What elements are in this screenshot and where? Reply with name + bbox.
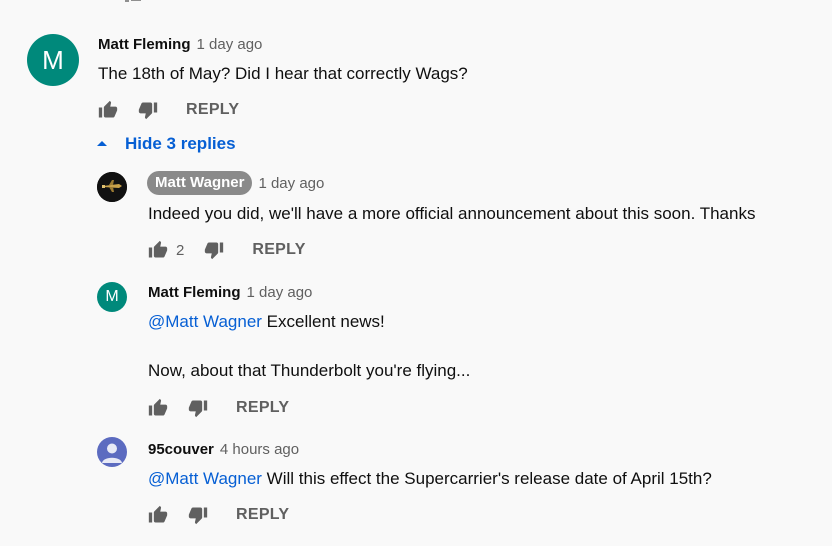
avatar[interactable] [97,172,127,202]
comment-timestamp[interactable]: 1 day ago [258,175,324,192]
aircraft-logo-icon [97,172,127,202]
author-name[interactable]: Matt Fleming [98,36,191,53]
reply-text: Will this effect the Supercarrier's rele… [261,469,712,488]
like-icon[interactable] [146,503,170,527]
reply-header: Matt Wagner 1 day ago [147,171,324,195]
comment-text: The 18th of May? Did I hear that correct… [98,64,468,83]
comment-header: Matt Fleming 1 day ago [98,36,262,53]
reply-button[interactable]: REPLY [252,241,305,259]
comment-timestamp[interactable]: 1 day ago [247,284,313,301]
hide-replies-label: Hide 3 replies [125,134,236,153]
mention-link[interactable]: @Matt Wagner [148,469,262,488]
reply-text-line: @Matt Wagner Will this effect the Superc… [148,467,712,491]
author-name[interactable]: 95couver [148,441,214,458]
reply-actions: REPLY [146,503,289,527]
comment-actions: REPLY [96,98,239,122]
hide-replies-button[interactable]: Hide 3 replies [96,134,236,154]
default-user-icon [102,443,122,463]
reply-text: Indeed you did, we'll have a more offici… [148,204,756,223]
mention-link[interactable]: @Matt Wagner [148,312,262,331]
avatar[interactable]: M [97,282,127,312]
reply-text-line-1: @Matt Wagner Excellent news! [148,310,385,334]
reply-button[interactable]: REPLY [236,506,289,524]
like-icon[interactable] [96,98,120,122]
avatar-letter: M [105,288,119,305]
dislike-icon[interactable] [202,238,226,262]
reply-text-line-2: Now, about that Thunderbolt you're flyin… [148,361,471,380]
reply-header: 95couver 4 hours ago [148,441,299,458]
avatar[interactable]: M [27,34,79,86]
reply-actions: 2 REPLY [146,238,306,262]
dislike-icon[interactable] [186,396,210,420]
dislike-icon[interactable] [136,98,160,122]
reply-button[interactable]: REPLY [186,101,239,119]
caret-up-icon [97,141,107,146]
avatar-letter: M [42,44,64,75]
avatar[interactable] [97,437,127,467]
reply-actions: REPLY [146,396,289,420]
like-icon[interactable] [146,238,170,262]
previous-comment-action-fragment [125,0,147,2]
comment-timestamp[interactable]: 4 hours ago [220,441,299,458]
reply-text: Excellent news! [261,312,385,331]
like-icon[interactable] [146,396,170,420]
dislike-icon[interactable] [186,503,210,527]
channel-owner-badge[interactable]: Matt Wagner [147,171,253,195]
reply-header: Matt Fleming 1 day ago [148,284,312,301]
like-count: 2 [176,241,185,259]
author-name[interactable]: Matt Fleming [148,284,241,301]
comment-timestamp[interactable]: 1 day ago [197,36,263,53]
reply-button[interactable]: REPLY [236,399,289,417]
